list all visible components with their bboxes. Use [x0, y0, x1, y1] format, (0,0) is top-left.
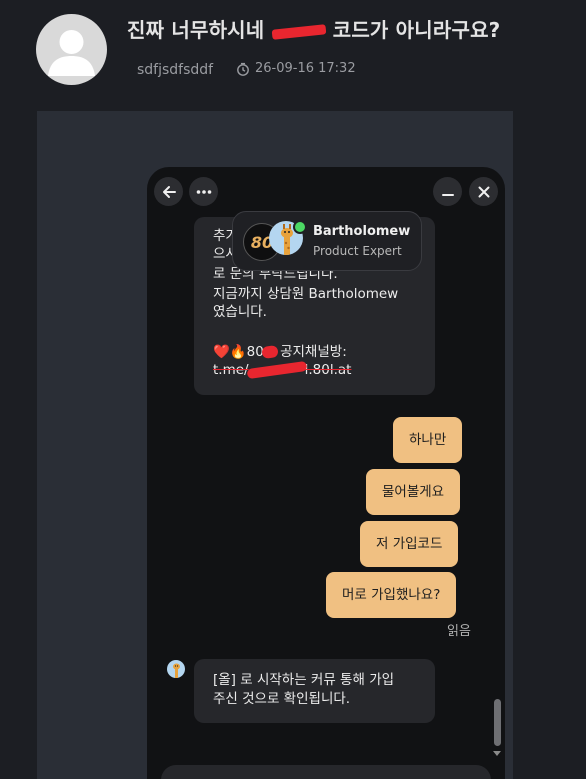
user-message-bubble: 하나만 — [393, 417, 463, 463]
back-button[interactable] — [154, 177, 183, 206]
channel-link-end: l.80l.at — [304, 362, 352, 378]
close-icon — [478, 186, 489, 197]
message-line: 였습니다. — [213, 304, 267, 320]
message-composer[interactable] — [161, 765, 491, 779]
post-time: 26-09-16 17:32 — [236, 61, 356, 76]
author-avatar[interactable] — [36, 14, 107, 85]
message-line: 주신 것으로 확인됩니다. — [213, 691, 351, 707]
user-message-bubble: 물어볼게요 — [366, 469, 461, 515]
user-silhouette-icon — [48, 30, 95, 76]
scrollbar-thumb[interactable] — [494, 699, 501, 746]
channel-label: 공지채널방: — [280, 344, 347, 360]
agent-reply-bubble: [올] 로 시작하는 커뮤 통해 가입 주신 것으로 확인됩니다. — [194, 659, 435, 723]
post-timestamp: 26-09-16 17:32 — [255, 61, 356, 76]
agent-profile-card[interactable]: 80 Bartholomew Product Expert — [232, 211, 422, 271]
post-author[interactable]: sdfjsdfsddf — [137, 62, 213, 78]
agent-name: Bartholomew — [313, 224, 411, 239]
more-options-button[interactable] — [189, 177, 218, 206]
redaction-mark — [261, 344, 279, 360]
message-line-channel: ❤️🔥80 공지채널방: — [213, 343, 347, 362]
post-title-part-1: 진짜 너무하시네 — [127, 18, 265, 42]
close-button[interactable] — [469, 177, 498, 206]
title-redaction-mark — [272, 24, 326, 40]
minimize-icon — [441, 193, 454, 196]
more-options-icon — [196, 189, 211, 194]
channel-link[interactable]: t.me/l.80l.at — [213, 360, 352, 380]
giraffe-icon — [167, 660, 185, 678]
read-receipt: 읽음 — [447, 624, 471, 639]
post-title-part-2: 코드가 아니라구요? — [332, 18, 501, 42]
clock-icon — [237, 62, 249, 76]
message-line: 지금까지 상담원 Bartholomew — [213, 286, 399, 302]
channel-link-start: t.me/ — [213, 362, 249, 378]
post-title: 진짜 너무하시네 코드가 아니라구요? — [127, 14, 500, 43]
back-arrow-icon — [162, 185, 176, 198]
chat-window: 80 Bartholomew Product Expert 추가 으시 로 문의… — [147, 167, 505, 779]
user-message-bubble: 머로 가입했나요? — [326, 572, 457, 618]
online-status-indicator — [293, 220, 307, 234]
message-line: [올] 로 시작하는 커뮤 통해 가입 — [213, 672, 395, 688]
scroll-down-arrow-icon[interactable] — [493, 751, 501, 756]
channel-prefix: ❤️🔥80 — [213, 344, 264, 360]
redaction-mark — [246, 360, 307, 380]
agent-role: Product Expert — [313, 244, 402, 258]
user-message-bubble: 저 가입코드 — [360, 521, 459, 567]
minimize-button[interactable] — [433, 177, 462, 206]
